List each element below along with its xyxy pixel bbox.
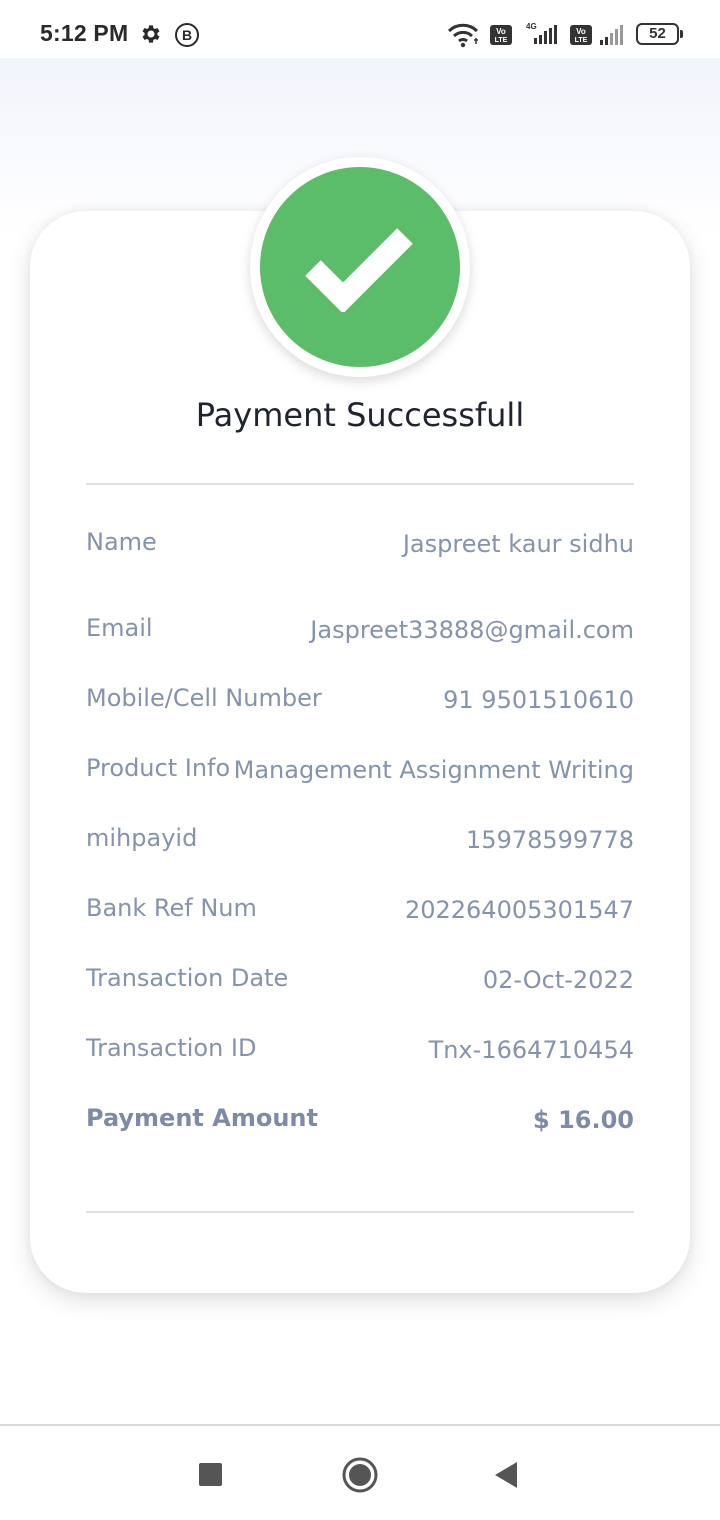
row-label: Mobile/Cell Number — [86, 684, 322, 712]
system-nav-bar — [0, 1424, 720, 1520]
detail-row-mihpayid: mihpayid 15978599778 — [86, 824, 634, 864]
back-triangle-icon[interactable] — [494, 1461, 518, 1493]
row-value: Jaspreet kaur sidhu — [402, 530, 634, 558]
row-value: 02-Oct-2022 — [482, 966, 634, 994]
gear-icon — [139, 22, 163, 50]
svg-text:LTE: LTE — [575, 37, 588, 44]
signal-icon: 4G — [522, 20, 562, 52]
row-value: Jaspreet33888@gmail.com — [310, 616, 634, 644]
detail-row-payment-amount: Payment Amount $ 16.00 — [86, 1104, 634, 1144]
status-time: 5:12 PM — [40, 20, 129, 46]
detail-row-transaction-id: Transaction ID Tnx-1664710454 — [86, 1034, 634, 1074]
detail-row-mobile: Mobile/Cell Number 91 9501510610 — [86, 684, 634, 724]
detail-row-email: Email Jaspreet33888@gmail.com — [86, 614, 634, 654]
success-circle — [260, 167, 460, 367]
checkmark-icon — [305, 228, 413, 312]
b-circle-icon: B — [174, 22, 200, 52]
svg-text:Vo: Vo — [496, 27, 506, 36]
success-badge — [250, 157, 470, 377]
recents-square-icon[interactable] — [199, 1463, 223, 1491]
row-label: Product Info — [86, 754, 231, 782]
battery-icon: 52 — [636, 23, 679, 45]
row-label: Name — [86, 528, 157, 556]
svg-text:B: B — [182, 27, 192, 43]
row-value: Management Assignment Writing — [233, 756, 634, 784]
network-type-label: 4G — [526, 22, 537, 31]
svg-text:LTE: LTE — [495, 37, 508, 44]
detail-row-name: Name Jaspreet kaur sidhu — [86, 528, 634, 568]
detail-row-transaction-date: Transaction Date 02-Oct-2022 — [86, 964, 634, 1004]
row-label: Bank Ref Num — [86, 894, 257, 922]
row-label: Transaction Date — [86, 964, 289, 992]
payment-status-title: Payment Successfull — [195, 396, 525, 434]
row-value: Tnx-1664710454 — [428, 1036, 634, 1064]
battery-level: 52 — [649, 25, 666, 42]
detail-row-product-info: Product Info Management Assignment Writi… — [86, 754, 634, 794]
payment-amount-value: $ 16.00 — [533, 1106, 634, 1134]
row-label: mihpayid — [86, 824, 198, 852]
home-circle-icon[interactable] — [341, 1456, 379, 1498]
bottom-divider — [86, 1211, 634, 1213]
row-value: 202264005301547 — [404, 896, 634, 924]
volte-icon-2: Vo LTE — [569, 24, 593, 50]
row-value: 15978599778 — [466, 826, 634, 854]
row-value: 91 9501510610 — [443, 686, 634, 714]
top-divider — [86, 483, 634, 485]
row-label: Payment Amount — [86, 1104, 318, 1132]
signal-icon-2 — [598, 22, 628, 52]
status-bar: 5:12 PM B Vo LTE 4G Vo LTE 52 — [0, 0, 720, 58]
svg-text:Vo: Vo — [576, 27, 586, 36]
wifi-icon — [447, 22, 481, 52]
detail-row-bank-ref: Bank Ref Num 202264005301547 — [86, 894, 634, 934]
row-label: Email — [86, 614, 153, 642]
row-label: Transaction ID — [86, 1034, 257, 1062]
volte-icon: Vo LTE — [489, 24, 513, 50]
battery-tip — [680, 30, 683, 38]
